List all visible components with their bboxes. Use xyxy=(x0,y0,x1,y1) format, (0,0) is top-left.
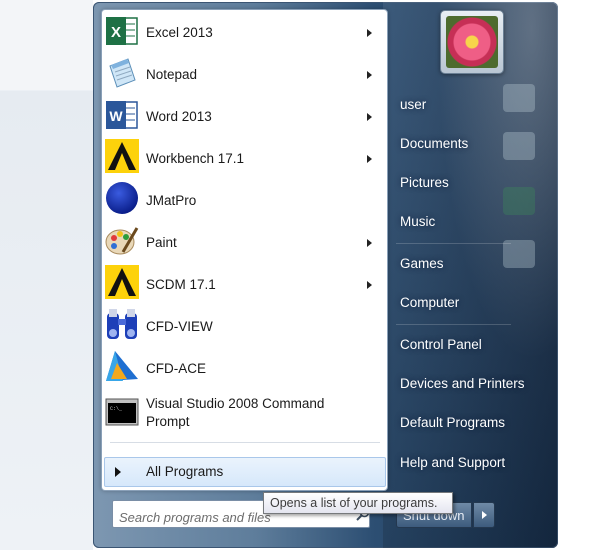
desktop-background-left xyxy=(0,0,93,550)
all-programs-button[interactable]: All Programs xyxy=(104,457,386,487)
right-item-default-programs[interactable]: Default Programs xyxy=(392,406,542,440)
right-item-label: Music xyxy=(400,214,436,229)
right-item-help-support[interactable]: Help and Support xyxy=(392,446,542,480)
right-item-label: Default Programs xyxy=(400,415,506,430)
ansys-scdm-icon xyxy=(105,265,139,299)
command-prompt-icon: C:\_ xyxy=(105,398,139,426)
all-programs-label: All Programs xyxy=(146,464,224,479)
ansys-workbench-icon xyxy=(105,139,139,173)
right-item-label: Games xyxy=(400,256,444,271)
right-divider xyxy=(396,243,511,244)
shutdown-options-button[interactable] xyxy=(473,502,495,528)
expand-arrow-icon xyxy=(115,467,121,477)
svg-text:W: W xyxy=(109,108,123,124)
submenu-arrow-icon[interactable] xyxy=(367,155,372,163)
chevron-right-icon xyxy=(482,511,487,519)
submenu-arrow-icon[interactable] xyxy=(367,113,372,121)
excel-icon: X xyxy=(106,17,138,45)
right-item-label: Computer xyxy=(400,295,460,310)
program-item-vs-command-prompt[interactable]: C:\_ Visual Studio 2008 Command Prompt xyxy=(102,390,387,436)
program-item-cfd-ace[interactable]: CFD-ACE xyxy=(102,348,387,388)
program-item-scdm[interactable]: SCDM 17.1 xyxy=(102,264,387,304)
program-label: Visual Studio 2008 Command Prompt xyxy=(146,396,325,429)
right-item-user[interactable]: user xyxy=(392,88,542,122)
right-item-pictures[interactable]: Pictures xyxy=(392,166,542,200)
word-icon: W xyxy=(106,101,138,129)
program-label: Paint xyxy=(146,235,177,250)
program-label: CFD-VIEW xyxy=(146,319,213,334)
program-item-jmatpro[interactable]: JMatPro xyxy=(102,180,387,220)
submenu-arrow-icon[interactable] xyxy=(367,29,372,37)
right-item-devices-printers[interactable]: Devices and Printers xyxy=(392,367,542,401)
right-item-games[interactable]: Games xyxy=(392,247,542,281)
right-item-label: user xyxy=(400,97,427,112)
program-label: CFD-ACE xyxy=(146,361,206,376)
program-label: JMatPro xyxy=(146,193,197,208)
flower-picture xyxy=(446,16,498,68)
all-programs-tooltip: Opens a list of your programs. xyxy=(263,492,453,514)
right-item-control-panel[interactable]: Control Panel xyxy=(392,328,542,362)
submenu-arrow-icon[interactable] xyxy=(367,239,372,247)
program-label: SCDM 17.1 xyxy=(146,277,216,292)
program-label: Notepad xyxy=(146,67,198,82)
cfd-view-icon xyxy=(107,309,137,339)
right-item-label: Control Panel xyxy=(400,337,482,352)
program-label: Excel 2013 xyxy=(146,25,213,40)
right-item-label: Documents xyxy=(400,136,469,151)
divider xyxy=(110,442,380,443)
cfd-ace-icon xyxy=(106,351,138,381)
program-item-workbench[interactable]: Workbench 17.1 xyxy=(102,138,387,178)
program-item-notepad[interactable]: Notepad xyxy=(102,54,387,94)
right-item-documents[interactable]: Documents xyxy=(392,127,542,161)
program-item-cfd-view[interactable]: CFD-VIEW xyxy=(102,306,387,346)
notepad-icon xyxy=(109,58,136,88)
svg-text:C:\_: C:\_ xyxy=(110,406,123,412)
jmatpro-icon xyxy=(106,182,138,214)
right-item-music[interactable]: Music xyxy=(392,205,542,239)
program-item-paint[interactable]: Paint xyxy=(102,222,387,262)
program-item-excel[interactable]: X Excel 2013 xyxy=(102,12,387,52)
right-item-computer[interactable]: Computer xyxy=(392,286,542,320)
user-avatar[interactable] xyxy=(440,10,504,74)
right-item-label: Help and Support xyxy=(400,455,506,470)
program-label: Word 2013 xyxy=(146,109,212,124)
program-item-word[interactable]: W Word 2013 xyxy=(102,96,387,136)
pinned-programs-panel: X Excel 2013 Notepad W Word 2013 Workben… xyxy=(101,9,388,491)
right-item-label: Devices and Printers xyxy=(400,376,525,391)
right-item-label: Pictures xyxy=(400,175,449,190)
desktop-background-right xyxy=(558,0,615,550)
submenu-arrow-icon[interactable] xyxy=(367,71,372,79)
svg-text:X: X xyxy=(111,24,121,41)
program-label: Workbench 17.1 xyxy=(146,151,245,166)
paint-icon xyxy=(105,227,139,255)
submenu-arrow-icon[interactable] xyxy=(367,281,372,289)
right-divider xyxy=(396,324,511,325)
